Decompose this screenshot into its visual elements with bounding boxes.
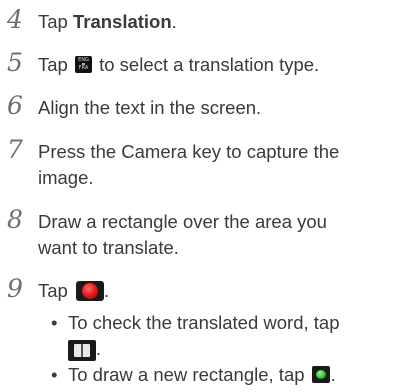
bullet-suffix: . (96, 338, 102, 359)
bullet-marker: • (51, 312, 58, 333)
step-suffix: . (171, 11, 177, 32)
step-line-1: Press the Camera key to capture the (38, 141, 340, 162)
step-text: Press the Camera key to capture the imag… (38, 139, 403, 191)
step-prefix: Tap (38, 11, 73, 32)
step-number: 6 (7, 91, 23, 120)
bullet-check-translated-word: To check the translated word, tap . (68, 310, 403, 362)
bullet-line-1: To check the translated word, tap (68, 312, 340, 333)
dictionary-book-icon (68, 339, 96, 361)
step-text: Tap Translation. (38, 9, 403, 35)
icon-line-fra: FRA (78, 65, 89, 72)
step-number: 9 (7, 274, 23, 303)
step-text: Tap . (38, 278, 403, 304)
step-text: Draw a rectangle over the area you want … (38, 209, 403, 261)
bullet-suffix: . (330, 364, 336, 385)
eng-fra-language-icon: ENG FRA (74, 56, 92, 74)
step-number: 8 (7, 205, 23, 234)
step-number: 4 (7, 5, 23, 34)
step-number: 7 (7, 135, 23, 164)
step-prefix: Tap (38, 280, 73, 301)
step-prefix: Tap (38, 54, 73, 75)
step-line-1: Draw a rectangle over the area you (38, 211, 327, 232)
step-suffix: . (103, 280, 110, 301)
bullet-marker: • (51, 364, 58, 385)
bullet-prefix: To draw a new rectangle, tap (68, 364, 310, 385)
step-number: 5 (7, 48, 23, 77)
green-new-rectangle-icon (311, 366, 330, 384)
step-line-2: want to translate. (38, 237, 179, 258)
step-suffix: to select a translation type. (93, 54, 320, 75)
step-line-2: image. (38, 167, 94, 188)
bullet-line-2: . (68, 336, 403, 362)
step-text: Tap ENG FRA to select a translation type. (38, 52, 403, 78)
step-text: Align the text in the screen. (38, 97, 262, 118)
translation-label: Translation (72, 11, 172, 32)
red-capture-icon (75, 280, 104, 301)
bullet-draw-new-rectangle: To draw a new rectangle, tap . (68, 362, 403, 388)
